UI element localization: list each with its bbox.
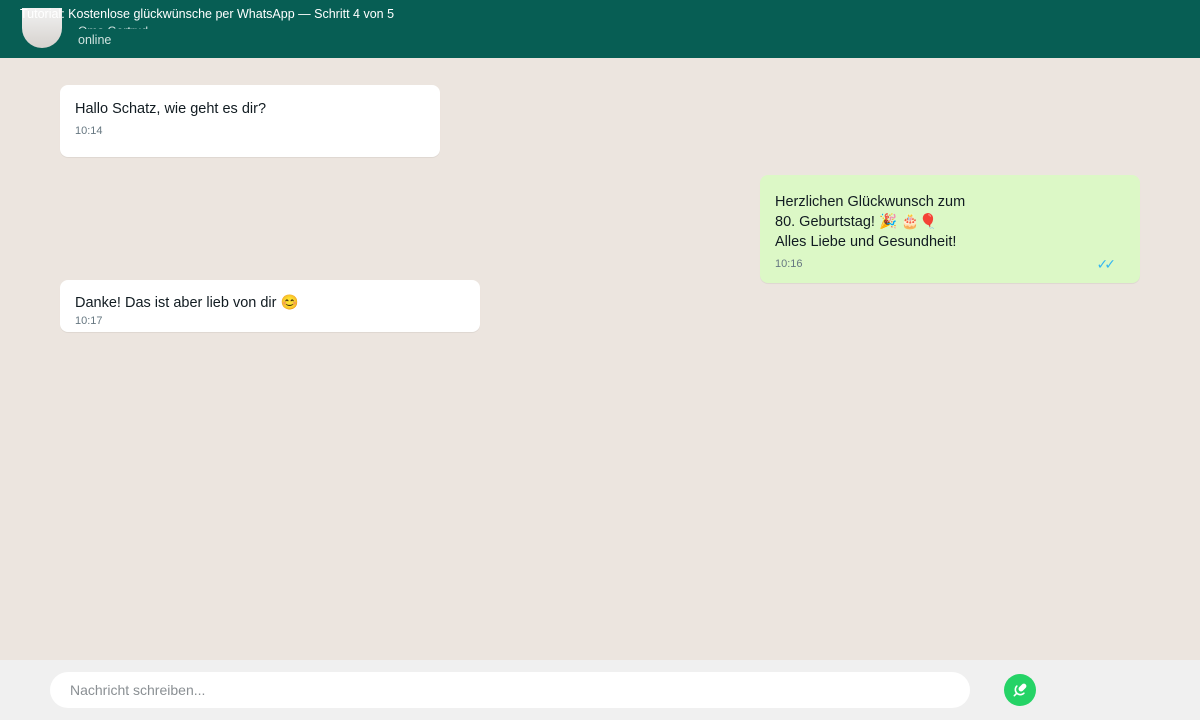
message-incoming[interactable]: Hallo Schatz, wie geht es dir? 10:14: [60, 85, 440, 157]
message-time: 10:16: [775, 258, 803, 270]
message-composer: [0, 660, 1200, 720]
presence-status: online: [78, 33, 112, 47]
message-text: Hallo Schatz, wie geht es dir?: [75, 101, 267, 117]
contact-name[interactable]: Oma Gertrud: [78, 24, 148, 29]
chat-header: Oma Gertrud online Tutorial: Kostenlose …: [0, 0, 1200, 58]
message-time: 10:17: [75, 315, 103, 327]
message-text: Danke! Das ist aber lieb von dir 😊: [75, 295, 299, 311]
tutorial-title: Tutorial: Kostenlose glückwünsche per Wh…: [20, 7, 395, 21]
message-outgoing[interactable]: Herzlichen Glückwunsch zum 80. Geburtsta…: [760, 175, 1140, 283]
microphone-icon: [1013, 683, 1027, 697]
message-input[interactable]: [50, 672, 970, 708]
voice-message-button[interactable]: [1004, 674, 1036, 706]
message-incoming[interactable]: Danke! Das ist aber lieb von dir 😊 10:17: [60, 280, 480, 332]
whatsapp-chat-window: Oma Gertrud online Tutorial: Kostenlose …: [0, 0, 1200, 720]
message-text: Herzlichen Glückwunsch zum 80. Geburtsta…: [775, 194, 966, 250]
double-check-icon: ✓✓: [1096, 257, 1117, 273]
message-time: 10:14: [75, 125, 103, 137]
